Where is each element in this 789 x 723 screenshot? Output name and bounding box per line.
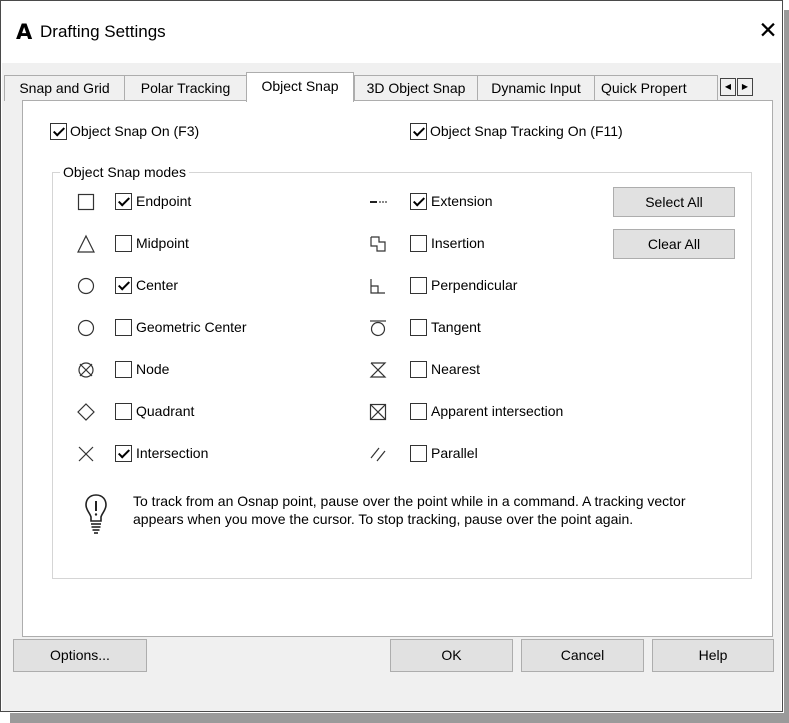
intersection-marker-icon	[78, 446, 94, 462]
extension-marker-icon	[370, 201, 387, 203]
tab-scroll-left-button[interactable]: ◀	[720, 78, 736, 96]
intersection-checkbox[interactable]	[115, 445, 132, 462]
tab-snap-and-grid[interactable]: Snap and Grid	[4, 75, 125, 101]
insertion-checkbox[interactable]	[410, 235, 427, 252]
geometric-center-marker-icon	[77, 319, 95, 337]
apparent-intersection-checkbox[interactable]	[410, 403, 427, 420]
center-label: Center	[136, 277, 179, 293]
geometric-center-label: Geometric Center	[136, 319, 247, 335]
tab-object-snap[interactable]: Object Snap	[246, 72, 354, 102]
help-button[interactable]: Help	[652, 639, 774, 672]
quadrant-marker-icon	[77, 403, 95, 421]
midpoint-checkbox[interactable]	[115, 235, 132, 252]
node-checkbox[interactable]	[115, 361, 132, 378]
quadrant-checkbox[interactable]	[115, 403, 132, 420]
object-snap-on-checkbox[interactable]	[50, 123, 67, 140]
cancel-button[interactable]: Cancel	[521, 639, 644, 672]
drafting-settings-dialog: A Drafting Settings ✕ Snap and Grid Pola…	[0, 0, 783, 712]
object-snap-tracking-checkbox[interactable]	[410, 123, 427, 140]
close-icon[interactable]: ✕	[756, 17, 780, 45]
ok-button[interactable]: OK	[390, 639, 513, 672]
apparent-intersection-label: Apparent intersection	[431, 403, 564, 419]
object-snap-panel: Object Snap On (F3) Object Snap Tracking…	[22, 100, 773, 637]
tab-3d-object-snap[interactable]: 3D Object Snap	[354, 75, 478, 101]
window-shadow-bottom	[10, 713, 789, 723]
parallel-marker-icon	[370, 447, 386, 462]
midpoint-label: Midpoint	[136, 235, 189, 251]
nearest-checkbox[interactable]	[410, 361, 427, 378]
nearest-marker-icon	[369, 362, 387, 378]
tab-polar-tracking[interactable]: Polar Tracking	[124, 75, 247, 101]
extension-checkbox[interactable]	[410, 193, 427, 210]
tab-dynamic-input[interactable]: Dynamic Input	[477, 75, 595, 101]
parallel-label: Parallel	[431, 445, 478, 461]
perpendicular-marker-icon	[370, 279, 385, 294]
endpoint-marker-icon	[77, 193, 95, 211]
insertion-marker-icon	[370, 236, 386, 252]
quadrant-label: Quadrant	[136, 403, 195, 419]
autocad-app-icon: A	[16, 20, 33, 44]
apparent-intersection-marker-icon	[369, 403, 387, 421]
tab-scroll-right-button[interactable]: ▶	[737, 78, 753, 96]
node-label: Node	[136, 361, 170, 377]
object-snap-tracking-label: Object Snap Tracking On (F11)	[430, 123, 623, 139]
perpendicular-checkbox[interactable]	[410, 277, 427, 294]
parallel-checkbox[interactable]	[410, 445, 427, 462]
insertion-label: Insertion	[431, 235, 485, 251]
tracking-hint-text: To track from an Osnap point, pause over…	[133, 493, 686, 527]
center-marker-icon	[77, 277, 95, 295]
nearest-label: Nearest	[431, 361, 481, 377]
node-marker-icon	[78, 362, 94, 378]
options-button[interactable]: Options...	[13, 639, 147, 672]
object-snap-on-label: Object Snap On (F3)	[70, 123, 200, 139]
window-shadow-right	[784, 10, 789, 713]
object-snap-modes-title: Object Snap modes	[60, 162, 189, 182]
center-checkbox[interactable]	[115, 277, 132, 294]
perpendicular-label: Perpendicular	[431, 277, 518, 293]
endpoint-checkbox[interactable]	[115, 193, 132, 210]
endpoint-label: Endpoint	[136, 193, 192, 209]
select-all-button[interactable]: Select All	[613, 187, 735, 217]
extension-label: Extension	[431, 193, 493, 209]
midpoint-marker-icon	[77, 234, 95, 253]
tangent-checkbox[interactable]	[410, 319, 427, 336]
window-title: Drafting Settings	[40, 22, 166, 41]
dialog-client-area: Snap and Grid Polar Tracking Object Snap…	[2, 63, 781, 711]
intersection-label: Intersection	[136, 445, 209, 461]
tangent-marker-icon	[370, 320, 386, 337]
tangent-label: Tangent	[431, 319, 481, 335]
clear-all-button[interactable]: Clear All	[613, 229, 735, 259]
geometric-center-checkbox[interactable]	[115, 319, 132, 336]
tab-quick-properties[interactable]: Quick Propert	[594, 75, 718, 101]
lightbulb-icon	[85, 494, 107, 534]
